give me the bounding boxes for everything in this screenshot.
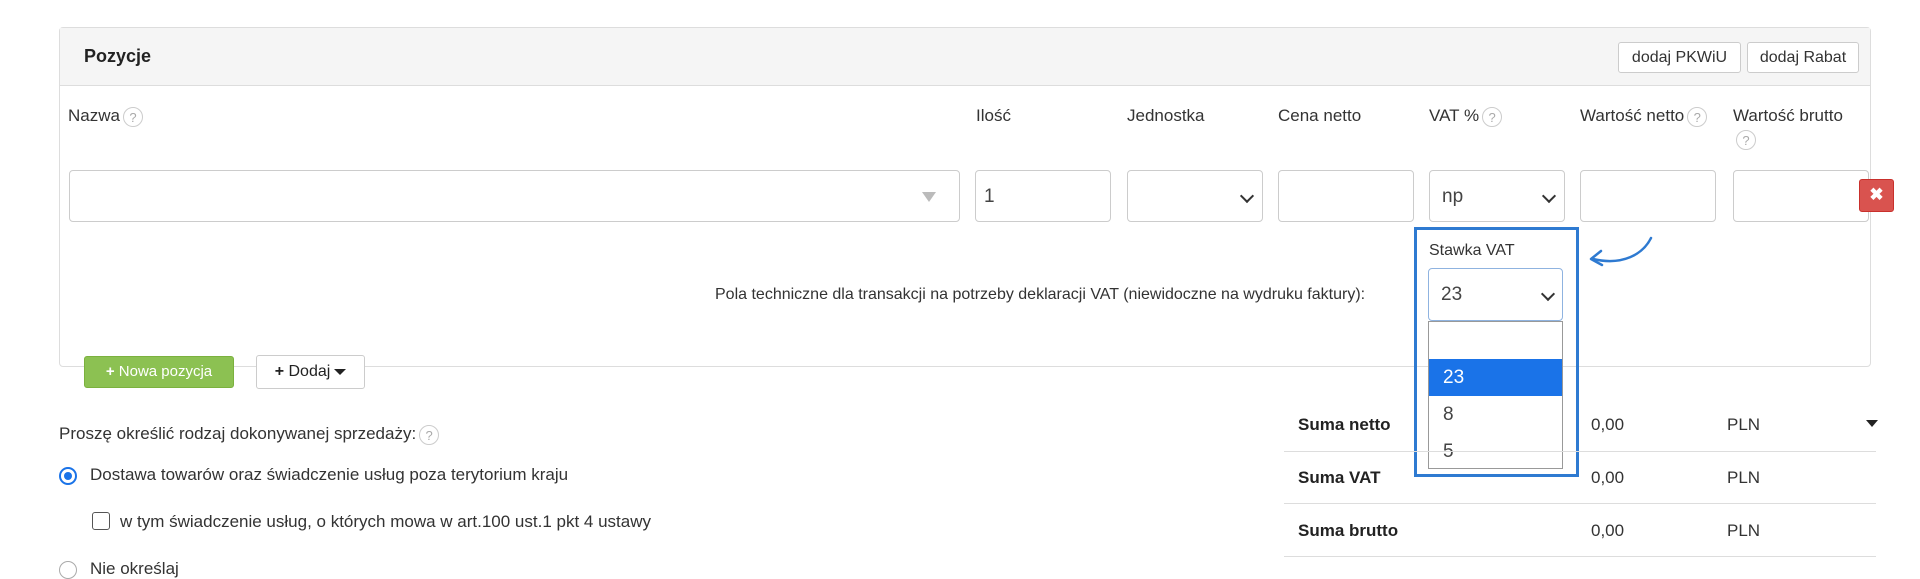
new-position-button[interactable]: + Nowa pozycja bbox=[84, 356, 234, 388]
technical-fields-text: Pola techniczne dla transakcji na potrze… bbox=[715, 286, 1366, 303]
summary-divider bbox=[1284, 503, 1876, 504]
ilosc-value: 1 bbox=[984, 186, 995, 207]
suma-netto-value: 0,00 bbox=[1591, 415, 1625, 434]
help-icon[interactable]: ? bbox=[419, 424, 440, 445]
column-wartosc-brutto: Wartość brutto bbox=[1733, 106, 1843, 125]
wartosc-netto-input[interactable] bbox=[1580, 170, 1716, 222]
cena-netto-input[interactable] bbox=[1278, 170, 1414, 222]
suma-vat-currency: PLN bbox=[1727, 468, 1761, 487]
sale-type-question: Proszę określić rodzaj dokonywanej sprze… bbox=[59, 424, 440, 445]
ilosc-input[interactable]: 1 bbox=[975, 170, 1111, 222]
radio-nie-okreslaj-label: Nie określaj bbox=[90, 559, 179, 578]
column-nazwa: Nazwa? bbox=[68, 106, 143, 127]
column-jednostka: Jednostka bbox=[1127, 106, 1205, 125]
caret-down-icon bbox=[334, 368, 347, 375]
summary-divider bbox=[1284, 451, 1876, 452]
column-wartosc-netto: Wartość netto? bbox=[1580, 106, 1708, 127]
panel-header bbox=[60, 28, 1870, 86]
suma-brutto-value: 0,00 bbox=[1591, 521, 1625, 540]
suma-vat-value: 0,00 bbox=[1591, 468, 1625, 487]
plus-icon: + bbox=[105, 363, 115, 380]
radio-nie-okreslaj[interactable] bbox=[59, 561, 77, 579]
checkbox-w-tym-label: w tym świadczenie usług, o których mowa … bbox=[120, 512, 652, 531]
summary-divider bbox=[1284, 556, 1876, 557]
suma-vat-label: Suma VAT bbox=[1298, 468, 1381, 487]
chevron-down-icon bbox=[1239, 188, 1255, 204]
dodaj-label: Dodaj bbox=[288, 363, 331, 380]
triangle-down-icon bbox=[922, 192, 936, 202]
help-icon[interactable]: ? bbox=[122, 106, 143, 127]
panel-title: Pozycje bbox=[84, 46, 152, 66]
delete-row-button[interactable]: ✖ bbox=[1859, 179, 1894, 212]
add-rabat-button[interactable]: dodaj Rabat bbox=[1747, 42, 1859, 73]
annotation-arrow-icon bbox=[1589, 236, 1653, 267]
radio-dostawa[interactable] bbox=[59, 467, 77, 485]
sale-type-question-label: Proszę określić rodzaj dokonywanej sprze… bbox=[59, 424, 417, 443]
column-cena-netto: Cena netto bbox=[1278, 106, 1362, 125]
jednostka-select[interactable] bbox=[1127, 170, 1263, 222]
help-icon[interactable]: ? bbox=[1736, 130, 1756, 150]
suma-brutto-currency: PLN bbox=[1727, 521, 1761, 540]
column-wartosc-netto-label: Wartość netto bbox=[1580, 106, 1685, 125]
caret-down-icon[interactable] bbox=[1866, 420, 1878, 427]
column-nazwa-label: Nazwa bbox=[68, 106, 120, 125]
radio-dostawa-label: Dostawa towarów oraz świadczenie usług p… bbox=[90, 465, 569, 484]
suma-netto-currency: PLN bbox=[1727, 415, 1761, 434]
plus-icon: + bbox=[274, 363, 285, 380]
highlight-box bbox=[1414, 227, 1579, 477]
column-vat: VAT %? bbox=[1429, 106, 1503, 127]
dodaj-dropdown-button[interactable]: + Dodaj bbox=[256, 355, 365, 389]
close-icon: ✖ bbox=[1869, 185, 1884, 204]
vat-select[interactable]: np bbox=[1429, 170, 1565, 222]
vat-value: np bbox=[1442, 186, 1464, 207]
column-vat-label: VAT % bbox=[1429, 106, 1480, 125]
help-icon[interactable]: ? bbox=[1482, 106, 1503, 127]
column-ilosc: Ilość bbox=[976, 106, 1011, 125]
help-icon[interactable]: ? bbox=[1687, 106, 1708, 127]
add-pkwiu-button[interactable]: dodaj PKWiU bbox=[1618, 42, 1741, 73]
nazwa-input[interactable] bbox=[69, 170, 960, 222]
new-position-label: Nowa pozycja bbox=[118, 363, 213, 380]
checkbox-w-tym[interactable] bbox=[92, 512, 110, 530]
chevron-down-icon bbox=[1541, 188, 1557, 204]
suma-netto-label: Suma netto bbox=[1298, 415, 1391, 434]
wartosc-brutto-input[interactable] bbox=[1733, 170, 1869, 222]
suma-brutto-label: Suma brutto bbox=[1298, 521, 1399, 540]
